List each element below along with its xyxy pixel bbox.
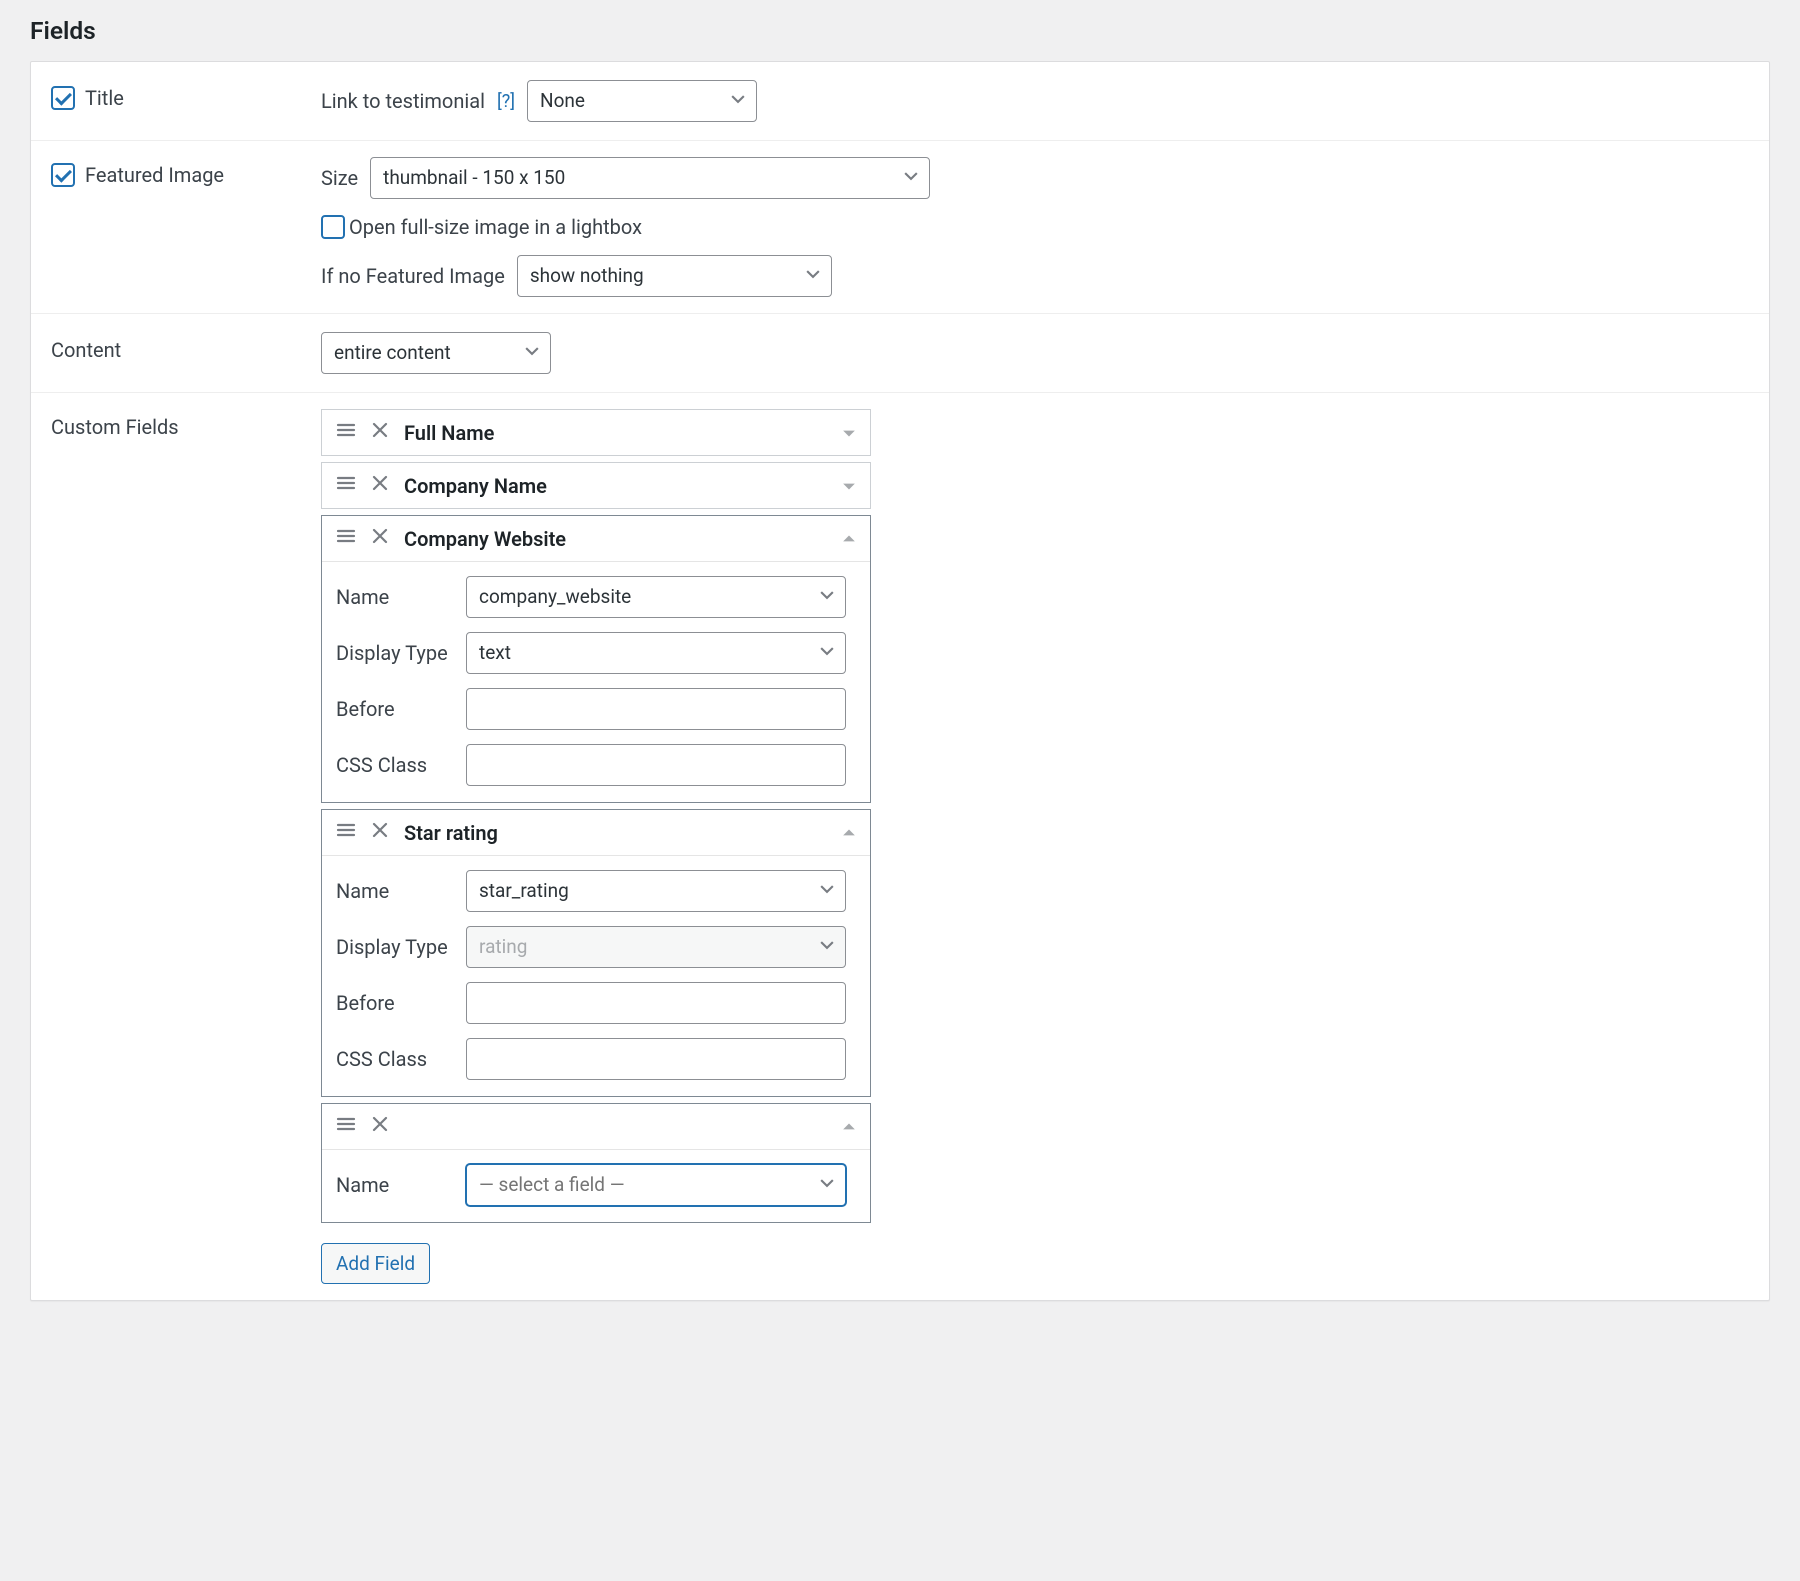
cf-before-input[interactable]: [466, 688, 846, 730]
custom-field-title: Company Name: [404, 474, 828, 498]
page-title: Fields: [30, 16, 1770, 45]
custom-field-title: Company Website: [404, 527, 828, 551]
row-title: Title Link to testimonial [?] None: [31, 62, 1769, 141]
close-icon[interactable]: [370, 420, 390, 445]
fallback-select[interactable]: show nothing: [517, 255, 832, 297]
custom-field-card: Star rating Namestar_ratingDisplay Typera…: [321, 809, 871, 1097]
toggle-icon[interactable]: [842, 821, 856, 845]
custom-field-card: Name— select a field —: [321, 1103, 871, 1223]
drag-handle-icon[interactable]: [336, 473, 356, 498]
custom-field-body: Name— select a field —: [322, 1149, 870, 1222]
custom-field-header[interactable]: Company Name: [322, 463, 870, 508]
cf-name-select[interactable]: — select a field —: [466, 1164, 846, 1206]
link-to-testimonial-label: Link to testimonial: [321, 89, 485, 113]
content-label: Content: [51, 338, 121, 362]
close-icon[interactable]: [370, 473, 390, 498]
cf-before-label: Before: [336, 991, 466, 1015]
fallback-label: If no Featured Image: [321, 264, 505, 288]
help-link-icon[interactable]: [?]: [497, 91, 515, 112]
custom-field-title: Star rating: [404, 821, 828, 845]
cf-name-select[interactable]: star_rating: [466, 870, 846, 912]
cf-display-type-select[interactable]: text: [466, 632, 846, 674]
title-label: Title: [85, 86, 124, 110]
cf-name-label: Name: [336, 585, 466, 609]
lightbox-label: Open full-size image in a lightbox: [349, 215, 642, 239]
cf-display-type-label: Display Type: [336, 935, 466, 959]
cf-css-class-input[interactable]: [466, 744, 846, 786]
custom-field-title: Full Name: [404, 421, 828, 445]
toggle-icon[interactable]: [842, 474, 856, 498]
custom-field-body: Namecompany_websiteDisplay TypetextBefor…: [322, 561, 870, 802]
featured-image-label: Featured Image: [85, 163, 224, 187]
custom-field-header[interactable]: Star rating: [322, 810, 870, 855]
size-label: Size: [321, 166, 358, 190]
custom-field-card: Full Name: [321, 409, 871, 456]
custom-field-card: Company Name: [321, 462, 871, 509]
cf-name-label: Name: [336, 879, 466, 903]
cf-display-type-label: Display Type: [336, 641, 466, 665]
close-icon[interactable]: [370, 526, 390, 551]
cf-display-type-select: rating: [466, 926, 846, 968]
featured-image-checkbox[interactable]: [51, 163, 75, 187]
toggle-icon[interactable]: [842, 1115, 856, 1139]
custom-field-body: Namestar_ratingDisplay TyperatingBefore C…: [322, 855, 870, 1096]
row-custom-fields: Custom Fields Full Name Company Name Compa…: [31, 393, 1769, 1300]
add-field-button[interactable]: Add Field: [321, 1243, 430, 1284]
toggle-icon[interactable]: [842, 421, 856, 445]
cf-name-select[interactable]: company_website: [466, 576, 846, 618]
drag-handle-icon[interactable]: [336, 420, 356, 445]
drag-handle-icon[interactable]: [336, 526, 356, 551]
size-select[interactable]: thumbnail - 150 x 150: [370, 157, 930, 199]
custom-field-card: Company Website Namecompany_websiteDispla…: [321, 515, 871, 803]
custom-field-header[interactable]: Company Website: [322, 516, 870, 561]
cf-before-label: Before: [336, 697, 466, 721]
drag-handle-icon[interactable]: [336, 820, 356, 845]
row-content: Content entire content: [31, 314, 1769, 393]
cf-before-input[interactable]: [466, 982, 846, 1024]
close-icon[interactable]: [370, 820, 390, 845]
cf-css-class-label: CSS Class: [336, 1047, 466, 1071]
link-to-testimonial-select[interactable]: None: [527, 80, 757, 122]
cf-css-class-input[interactable]: [466, 1038, 846, 1080]
fields-panel: Title Link to testimonial [?] None: [30, 61, 1770, 1301]
custom-field-header[interactable]: Full Name: [322, 410, 870, 455]
drag-handle-icon[interactable]: [336, 1114, 356, 1139]
toggle-icon[interactable]: [842, 527, 856, 551]
lightbox-checkbox[interactable]: [321, 215, 345, 239]
cf-name-label: Name: [336, 1173, 466, 1197]
content-select[interactable]: entire content: [321, 332, 551, 374]
title-checkbox[interactable]: [51, 86, 75, 110]
custom-fields-label: Custom Fields: [51, 415, 179, 439]
cf-css-class-label: CSS Class: [336, 753, 466, 777]
row-featured-image: Featured Image Size thumbnail - 150 x 15…: [31, 141, 1769, 314]
custom-field-header[interactable]: [322, 1104, 870, 1149]
close-icon[interactable]: [370, 1114, 390, 1139]
